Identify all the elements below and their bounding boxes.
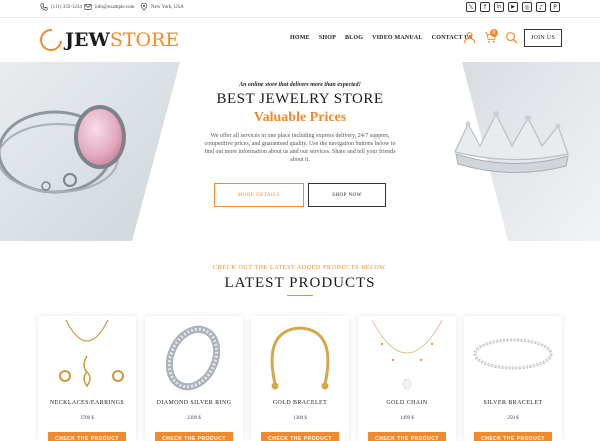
logo-ring-icon (35, 24, 67, 56)
product-card[interactable]: GOLD BRACELET 1300 $ CHECK THE PRODUCT (251, 316, 349, 441)
product-price: 1300 $ (293, 416, 307, 421)
check-product-button[interactable]: CHECK THE PRODUCT (474, 432, 552, 441)
phone-info[interactable]: (111) 333-1234 (40, 3, 82, 11)
necklace-earrings-image (59, 319, 124, 388)
product-card[interactable]: GOLD CHAIN 1499 $ CHECK THE PRODUCT (358, 316, 456, 441)
cart-count-badge: 0 (490, 29, 498, 37)
email-address: info@example.com (95, 4, 135, 10)
hero-banner: An online store that delivers more than … (0, 62, 600, 241)
logo-text: JEWSTORE (65, 29, 180, 51)
diamond-ring-image (165, 325, 221, 391)
hero-text-block: An online store that delivers more than … (190, 82, 410, 164)
product-name: NECKLACES/EARRINGS (49, 400, 125, 406)
instagram-icon[interactable]: ◎ (522, 2, 532, 12)
gold-chain-image (371, 319, 443, 390)
product-card[interactable]: NECKLACES/EARRINGS 3700 $ CHECK THE PROD… (38, 316, 136, 441)
youtube-icon[interactable]: ▶ (508, 2, 518, 12)
linkedin-icon[interactable]: in (494, 2, 504, 12)
map-pin-icon (140, 3, 148, 11)
divider (0, 17, 600, 18)
site-logo[interactable]: JEWSTORE (35, 24, 180, 56)
product-price: 2399 $ (187, 416, 201, 421)
product-name: GOLD BRACELET (272, 400, 328, 406)
product-name: DIAMOND SILVER RING (156, 400, 232, 406)
facebook-icon[interactable]: f (480, 2, 490, 12)
join-us-button[interactable]: JOIN US (524, 29, 562, 47)
hero-paragraph: We offer all services in one place inclu… (204, 133, 396, 163)
pinterest-icon[interactable]: P (550, 2, 560, 12)
product-price: 1499 $ (400, 416, 414, 421)
tiktok-icon[interactable]: ♪ (536, 2, 546, 12)
hero-title: BEST JEWELRY STORE (216, 91, 384, 107)
phone-icon (40, 3, 48, 11)
latest-title: LATEST PRODUCTS (224, 275, 376, 291)
latest-kicker: CHECK OUT THE LATEST ADDED PRODUCTS BELO… (212, 265, 388, 271)
search-icon[interactable] (505, 31, 518, 44)
social-links: 𝕏 f in ▶ ◎ ♪ P (466, 2, 560, 12)
product-price: 250 $ (507, 416, 519, 421)
product-card[interactable]: SILVER BRACELET 250 $ CHECK THE PRODUCT (464, 316, 562, 441)
nav-shop[interactable]: SHOP (319, 35, 336, 41)
check-product-button[interactable]: CHECK THE PRODUCT (155, 432, 233, 441)
product-card[interactable]: DIAMOND SILVER RING 2399 $ CHECK THE PRO… (145, 316, 243, 441)
silver-bracelet-image (473, 338, 553, 370)
shop-now-button[interactable]: SHOP NOW (308, 183, 386, 207)
hero-subtitle: Valuable Prices (253, 110, 347, 125)
phone-number: (111) 333-1234 (51, 4, 82, 10)
location-text: New York, USA (151, 4, 184, 10)
check-product-button[interactable]: CHECK THE PRODUCT (261, 432, 339, 441)
gold-bracelet-image (270, 326, 330, 390)
product-name: GOLD CHAIN (386, 400, 428, 406)
nav-blog[interactable]: BLOG (345, 35, 363, 41)
x-icon[interactable]: 𝕏 (466, 2, 476, 12)
title-underline (287, 295, 313, 296)
nav-home[interactable]: HOME (290, 35, 310, 41)
mail-icon (84, 4, 92, 10)
product-price: 3700 $ (80, 416, 94, 421)
user-icon[interactable] (463, 31, 476, 44)
top-info-bar: (111) 333-1234 info@example.com New York… (0, 0, 600, 16)
hero-tagline: An online store that delivers more than … (239, 82, 361, 88)
more-details-button[interactable]: MORE DETAILS (214, 183, 304, 207)
product-name: SILVER BRACELET (483, 400, 543, 406)
check-product-button[interactable]: CHECK THE PRODUCT (368, 432, 446, 441)
nav-video-manual[interactable]: VIDEO MANUAL (372, 35, 423, 41)
main-nav: HOME SHOP BLOG VIDEO MANUAL CONTACT US (290, 35, 472, 41)
location-info: New York, USA (140, 3, 184, 11)
email-info[interactable]: info@example.com (84, 3, 134, 11)
check-product-button[interactable]: CHECK THE PRODUCT (48, 432, 126, 441)
